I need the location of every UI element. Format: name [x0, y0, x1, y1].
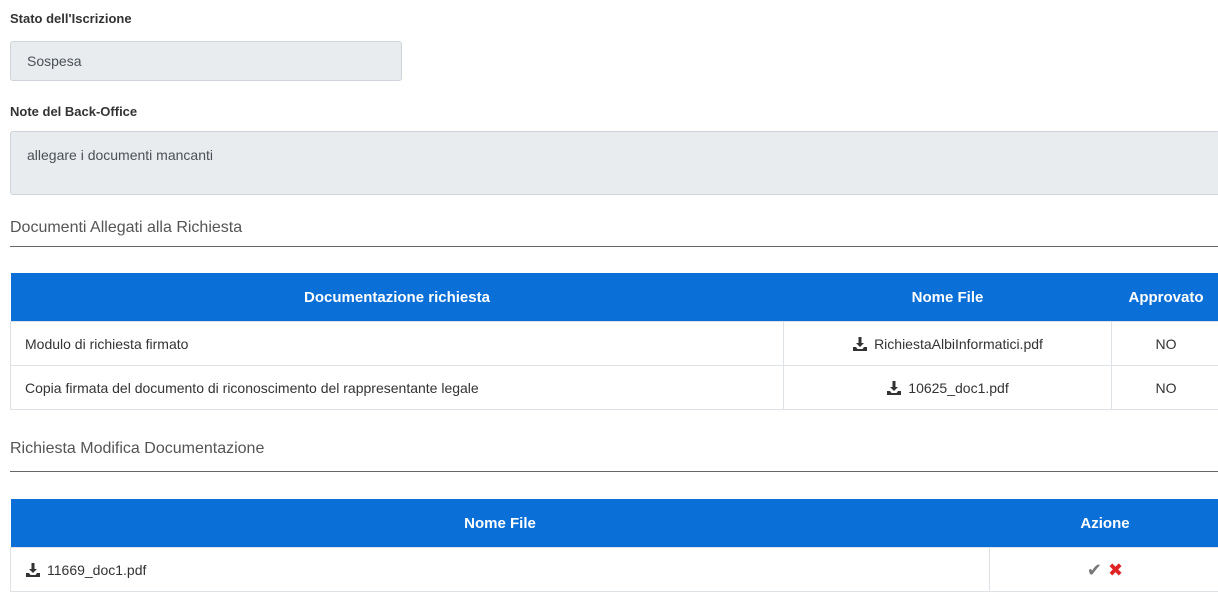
- stato-label: Stato dell'Iscrizione: [10, 11, 132, 26]
- approvato-value: NO: [1111, 321, 1218, 366]
- download-link[interactable]: RichiestaAlbiInformatici.pdf: [798, 336, 1097, 352]
- file-cell: RichiestaAlbiInformatici.pdf: [783, 321, 1112, 366]
- table-row: Modulo di richiesta firmato RichiestaAlb…: [10, 321, 1218, 366]
- col-header-documentazione: Documentazione richiesta: [10, 273, 784, 322]
- doc-name: Modulo di richiesta firmato: [10, 321, 784, 366]
- download-icon: [887, 380, 902, 395]
- richiesta-modifica-title: Richiesta Modifica Documentazione: [10, 440, 265, 457]
- check-icon[interactable]: ✔: [1087, 561, 1102, 579]
- col-header-azione: Azione: [989, 499, 1218, 548]
- file-name: 11669_doc1.pdf: [47, 561, 147, 578]
- stato-field[interactable]: Sospesa: [10, 41, 402, 81]
- note-textarea[interactable]: allegare i documenti mancanti: [10, 131, 1218, 195]
- doc-name: Copia firmata del documento di riconosci…: [10, 365, 784, 410]
- richiesta-modifica-table: Nome File Azione 11669_doc1.pdf ✔ ✖: [10, 499, 1218, 592]
- section-divider: [10, 471, 1218, 472]
- file-cell: 10625_doc1.pdf: [783, 365, 1112, 410]
- download-link[interactable]: 11669_doc1.pdf: [25, 562, 975, 578]
- action-cell: ✔ ✖: [989, 547, 1218, 592]
- download-link[interactable]: 10625_doc1.pdf: [798, 380, 1097, 396]
- file-name: RichiestaAlbiInformatici.pdf: [874, 335, 1043, 352]
- col-header-nome-file: Nome File: [10, 499, 990, 548]
- col-header-approvato: Approvato: [1111, 273, 1218, 322]
- file-cell: 11669_doc1.pdf: [10, 547, 990, 592]
- col-header-nome-file: Nome File: [783, 273, 1112, 322]
- note-label: Note del Back-Office: [10, 104, 138, 119]
- table-row: Copia firmata del documento di riconosci…: [10, 365, 1218, 410]
- approvato-value: NO: [1111, 365, 1218, 410]
- table-row: 11669_doc1.pdf ✔ ✖: [10, 547, 1218, 592]
- x-icon[interactable]: ✖: [1108, 561, 1123, 579]
- download-icon: [26, 562, 40, 577]
- section-divider: [10, 246, 1218, 247]
- documenti-allegati-title: Documenti Allegati alla Richiesta: [10, 219, 243, 236]
- file-name: 10625_doc1.pdf: [908, 379, 1009, 396]
- download-icon: [853, 336, 868, 351]
- documenti-table: Documentazione richiesta Nome File Appro…: [10, 273, 1218, 410]
